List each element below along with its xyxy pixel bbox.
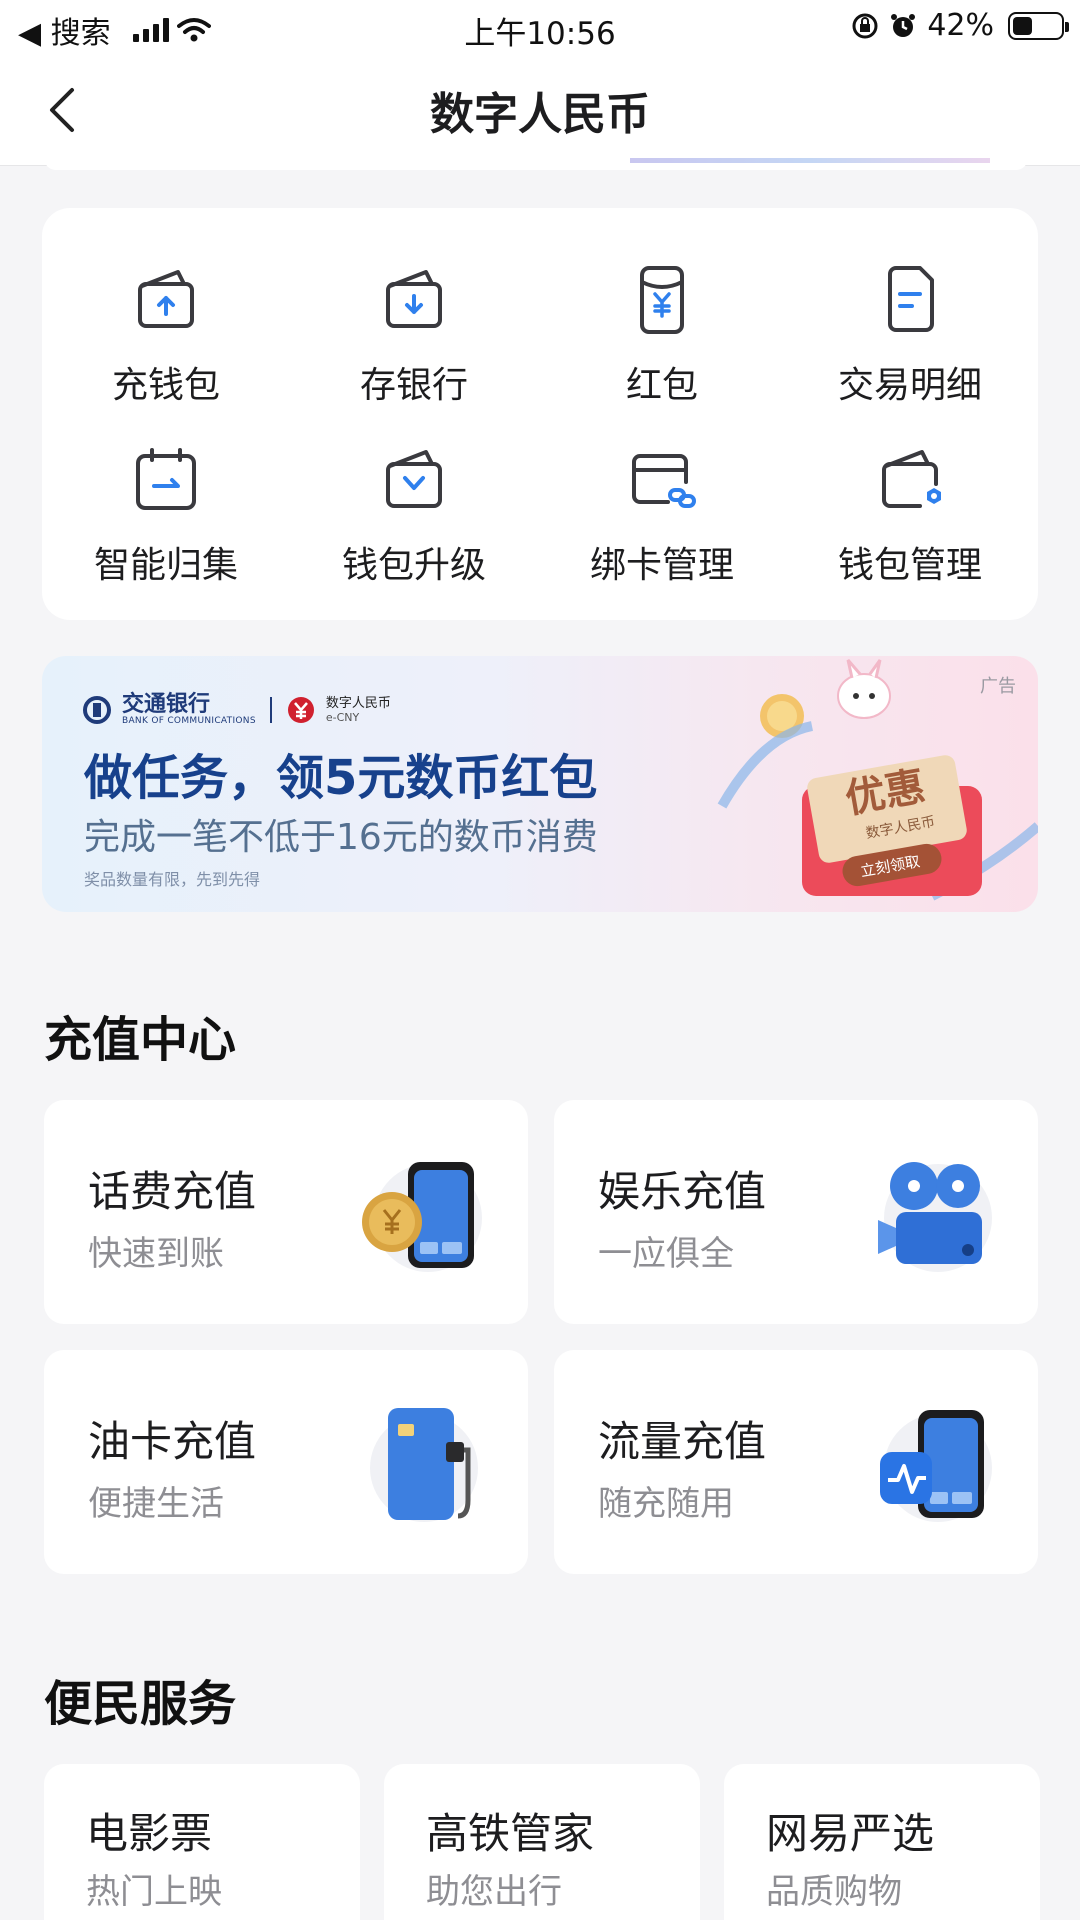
battery-percent: 42% xyxy=(927,8,994,43)
deposit-bank-icon xyxy=(386,270,442,328)
recharge-title: 油卡充值 xyxy=(88,1417,257,1466)
recharge-title: 娱乐充值 xyxy=(598,1167,767,1216)
alarm-icon xyxy=(891,13,916,37)
wallet-topup-icon xyxy=(138,270,194,328)
ecny-logo-icon xyxy=(287,697,314,723)
service-title: 电影票 xyxy=(86,1809,213,1858)
func-label: 交易明细 xyxy=(837,365,982,406)
recharge-subtitle: 随充随用 xyxy=(598,1484,734,1524)
transaction-detail-icon xyxy=(888,266,934,332)
function-grid-card: 充钱包 存银行 红包 交易明细 智能归集 钱包升级 绑卡管理 钱包管理 xyxy=(42,208,1038,620)
service-title: 网易严选 xyxy=(766,1809,935,1858)
service-title: 高铁管家 xyxy=(426,1809,595,1858)
film-projector-icon xyxy=(878,1162,992,1272)
func-topup-wallet[interactable]: 充钱包 xyxy=(42,260,290,420)
recharge-data-card[interactable]: 流量充值 随充随用 xyxy=(554,1350,1038,1574)
nav-bar: 数字人民币 xyxy=(0,56,1080,166)
service-movie-card[interactable]: 电影票 热门上映 xyxy=(44,1764,360,1920)
page-title: 数字人民币 xyxy=(430,89,650,140)
wallet-settings-icon xyxy=(882,450,941,508)
coupon-illustration-icon: 优惠 数字人民币 立刻领取 xyxy=(717,659,1038,901)
recharge-subtitle: 一应俱全 xyxy=(598,1234,734,1274)
func-deposit-bank[interactable]: 存银行 xyxy=(290,260,538,420)
battery-icon xyxy=(1008,11,1069,40)
red-packet-icon xyxy=(640,266,684,334)
recharge-fuel-card[interactable]: 油卡充值 便捷生活 xyxy=(44,1350,528,1574)
func-red-packet[interactable]: 红包 xyxy=(538,260,786,420)
func-label: 智能归集 xyxy=(93,545,238,586)
bocom-logo-icon xyxy=(83,696,111,724)
banner-note: 奖品数量有限，先到先得 xyxy=(84,870,261,889)
rotation-lock-icon xyxy=(852,13,878,38)
data-gb-phone-icon xyxy=(880,1410,992,1522)
func-smart-collect[interactable]: 智能归集 xyxy=(42,440,290,600)
service-yanxuan-card[interactable]: 网易严选 品质购物 xyxy=(724,1764,1040,1920)
service-subtitle: 助您出行 xyxy=(426,1872,562,1912)
banner-subtitle: 完成一笔不低于16元的数币消费 xyxy=(84,817,598,858)
func-label: 钱包升级 xyxy=(341,545,486,586)
services-section-title: 便民服务 xyxy=(44,1676,237,1732)
func-label: 绑卡管理 xyxy=(589,545,734,586)
func-label: 钱包管理 xyxy=(837,545,982,586)
fuel-card-icon xyxy=(370,1408,478,1522)
func-label: 红包 xyxy=(625,365,698,406)
recharge-title: 流量充值 xyxy=(598,1417,767,1466)
recharge-section-title: 充值中心 xyxy=(44,1012,237,1068)
func-wallet-settings[interactable]: 钱包管理 xyxy=(786,440,1034,600)
bank-logo: 交通银行 BANK OF COMMUNICATIONS 数字人民币 e-CNY xyxy=(82,694,391,726)
func-wallet-upgrade[interactable]: 钱包升级 xyxy=(290,440,538,600)
func-bind-card[interactable]: 绑卡管理 xyxy=(538,440,786,600)
func-transaction-detail[interactable]: 交易明细 xyxy=(786,260,1034,420)
promo-banner[interactable]: 广告 交通银行 BANK OF COMMUNICATIONS 数字人民币 e-C… xyxy=(42,656,1038,912)
recharge-title: 话费充值 xyxy=(88,1167,257,1216)
bind-card-icon xyxy=(632,454,696,508)
phone-coin-icon xyxy=(362,1162,482,1272)
status-bar: ◀ 搜索 上午10:56 42% xyxy=(0,0,1080,56)
recharge-subtitle: 便捷生活 xyxy=(88,1484,224,1524)
hidden-card-edge xyxy=(44,158,1028,170)
banner-title: 做任务，领5元数币红包 xyxy=(84,750,598,806)
func-label: 充钱包 xyxy=(111,365,220,406)
service-subtitle: 热门上映 xyxy=(86,1872,222,1912)
recharge-subtitle: 快速到账 xyxy=(88,1234,224,1274)
recharge-entertainment-card[interactable]: 娱乐充值 一应俱全 xyxy=(554,1100,1038,1324)
service-rail-card[interactable]: 高铁管家 助您出行 xyxy=(384,1764,700,1920)
smart-collect-icon xyxy=(136,448,196,510)
service-subtitle: 品质购物 xyxy=(766,1872,902,1912)
func-label: 存银行 xyxy=(359,365,468,406)
wallet-upgrade-icon xyxy=(386,450,442,508)
recharge-phone-card[interactable]: 话费充值 快速到账 xyxy=(44,1100,528,1324)
